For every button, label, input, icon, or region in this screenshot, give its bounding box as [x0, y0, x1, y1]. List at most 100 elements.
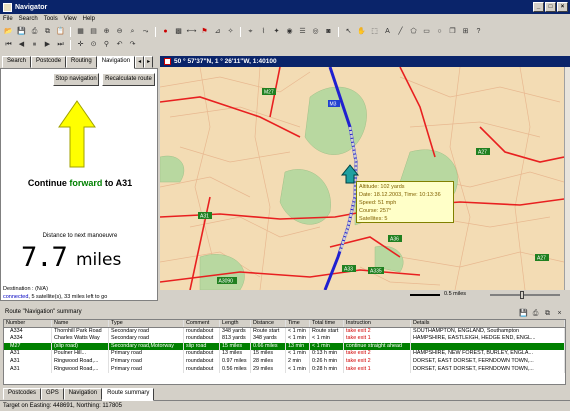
waypoint-icon[interactable]: ⚲: [101, 39, 112, 50]
connection-status-link[interactable]: connected: [3, 294, 28, 300]
summary-save-icon[interactable]: 💾: [518, 308, 529, 319]
route-icon[interactable]: ⤳: [140, 26, 151, 37]
circle-icon[interactable]: ○: [434, 26, 445, 37]
summary-copy-icon[interactable]: ⧉: [542, 308, 553, 319]
tab-postcode[interactable]: Postcode: [31, 56, 67, 68]
tab-search[interactable]: Search: [2, 56, 32, 68]
grid-icon[interactable]: ▩: [173, 26, 184, 37]
summary-print-icon[interactable]: ⎙: [530, 308, 541, 319]
position-icon[interactable]: ✛: [75, 39, 86, 50]
open-icon[interactable]: 📂: [3, 26, 14, 37]
column-header[interactable]: Details: [411, 320, 565, 327]
column-header[interactable]: Distance: [251, 320, 286, 327]
cell-number: A334: [4, 335, 52, 343]
tab-routing[interactable]: Routing: [66, 56, 97, 68]
cell-comment: roundabout: [184, 327, 220, 336]
menu-view[interactable]: View: [64, 16, 77, 22]
column-header[interactable]: Number: [4, 320, 52, 327]
recalculate-route-button[interactable]: Recalculate route: [102, 73, 155, 86]
tile-icon[interactable]: ⊞: [460, 26, 471, 37]
menu-search[interactable]: Search: [19, 16, 38, 22]
select-icon[interactable]: ⬚: [369, 26, 380, 37]
tab-gps[interactable]: GPS: [41, 388, 64, 400]
polygon-icon[interactable]: ⬠: [408, 26, 419, 37]
tab-postcodes[interactable]: Postcodes: [3, 388, 42, 400]
camera-icon[interactable]: ◙: [323, 26, 334, 37]
compass-icon[interactable]: ✧: [225, 26, 236, 37]
last-icon[interactable]: ⏭: [55, 39, 66, 50]
tab-scroll-left-icon[interactable]: ◂: [135, 56, 145, 68]
minimize-button[interactable]: _: [533, 2, 544, 12]
cell-distance: Route start: [251, 327, 286, 336]
table-row[interactable]: A334 Charles Watts Way Secondary road round…: [4, 335, 565, 343]
map-canvas[interactable]: M27 A27 M3 A31 A3090 A335 A27 A36 A33: [160, 67, 564, 290]
cell-distance: 15 miles: [251, 350, 286, 358]
summary-close-icon[interactable]: ×: [554, 308, 565, 319]
map-vertical-scrollbar[interactable]: [564, 67, 570, 290]
table-row[interactable]: A31 Ringwood Road,... Primary road roundabo…: [4, 357, 565, 366]
column-header[interactable]: Comment: [184, 320, 220, 327]
stop-icon[interactable]: ●: [160, 26, 171, 37]
column-header[interactable]: Type: [109, 320, 184, 327]
table-row[interactable]: A334 Thornhill Park Road Secondary road rou…: [4, 327, 565, 336]
window-icon[interactable]: ❐: [447, 26, 458, 37]
center-icon[interactable]: ⊙: [88, 39, 99, 50]
tab-navigation-log[interactable]: Navigation: [63, 388, 103, 400]
undo-icon[interactable]: ↶: [114, 39, 125, 50]
column-header[interactable]: Time: [286, 320, 310, 327]
flag-icon[interactable]: ⚑: [199, 26, 210, 37]
zoom-out-icon[interactable]: ⊖: [114, 26, 125, 37]
tab-scroll-right-icon[interactable]: ▸: [144, 56, 154, 68]
text-icon[interactable]: A: [382, 26, 393, 37]
cell-type: Secondary road: [109, 327, 184, 336]
column-header[interactable]: Length: [220, 320, 251, 327]
column-header[interactable]: Total time: [310, 320, 344, 327]
print-icon[interactable]: ⎙: [29, 26, 40, 37]
column-header[interactable]: Name: [52, 320, 109, 327]
instruction-highlight: forward: [69, 178, 103, 188]
zoom-slider-handle[interactable]: [520, 291, 524, 299]
distance-caption: Distance to next manoeuvre: [42, 233, 118, 239]
signal-icon[interactable]: ◉: [284, 26, 295, 37]
table-row[interactable]: A31 Ringwood Road,... Primary road roundabo…: [4, 365, 565, 374]
zoom-slider[interactable]: [490, 294, 560, 296]
paste-icon[interactable]: 📋: [55, 26, 66, 37]
layers-icon[interactable]: ▤: [88, 26, 99, 37]
zoom-in-icon[interactable]: ⊕: [101, 26, 112, 37]
record-icon[interactable]: ◎: [310, 26, 321, 37]
menu-tools[interactable]: Tools: [44, 16, 58, 22]
satellite-icon[interactable]: ✦: [271, 26, 282, 37]
table-row[interactable]: M27 (slip road) Secondary road,Motorway sli…: [4, 342, 565, 351]
line-icon[interactable]: ╱: [395, 26, 406, 37]
gps-icon[interactable]: ⌖: [245, 26, 256, 37]
copy-icon[interactable]: ⧉: [42, 26, 53, 37]
rectangle-icon[interactable]: ▭: [421, 26, 432, 37]
close-button[interactable]: ×: [557, 2, 568, 12]
maximize-button[interactable]: □: [545, 2, 556, 12]
pause-icon[interactable]: ⏸: [29, 39, 40, 50]
first-icon[interactable]: ⏮: [3, 39, 14, 50]
hand-icon[interactable]: ✋: [356, 26, 367, 37]
log-icon[interactable]: ☰: [297, 26, 308, 37]
route-summary-table[interactable]: Number Name Type Comment Length Distance…: [3, 319, 566, 385]
pointer-icon[interactable]: ↖: [343, 26, 354, 37]
table-row[interactable]: A31 Poulner Hill... Primary road roundabout…: [4, 350, 565, 358]
instruction-text: Continue forward to A31: [1, 178, 159, 188]
menu-help[interactable]: Help: [83, 16, 95, 22]
track-icon[interactable]: ⌇: [258, 26, 269, 37]
column-header[interactable]: Instruction: [344, 320, 411, 327]
marker-icon[interactable]: ⊿: [212, 26, 223, 37]
map-view[interactable]: M27 A27 M3 A31 A3090 A335 A27 A36 A33 Al…: [160, 67, 564, 290]
stop-navigation-button[interactable]: Stop navigation: [53, 73, 99, 86]
measure-icon[interactable]: ⟷: [186, 26, 197, 37]
tab-navigation[interactable]: Navigation: [96, 56, 136, 69]
menu-file[interactable]: File: [3, 16, 13, 22]
help-icon[interactable]: ?: [473, 26, 484, 37]
map-icon[interactable]: ▦: [75, 26, 86, 37]
find-icon[interactable]: ⌕: [127, 26, 138, 37]
save-icon[interactable]: 💾: [16, 26, 27, 37]
back-icon[interactable]: ◀: [16, 39, 27, 50]
tab-route-summary[interactable]: Route summary: [102, 388, 155, 401]
forward-icon[interactable]: ▶: [42, 39, 53, 50]
redo-icon[interactable]: ↷: [127, 39, 138, 50]
